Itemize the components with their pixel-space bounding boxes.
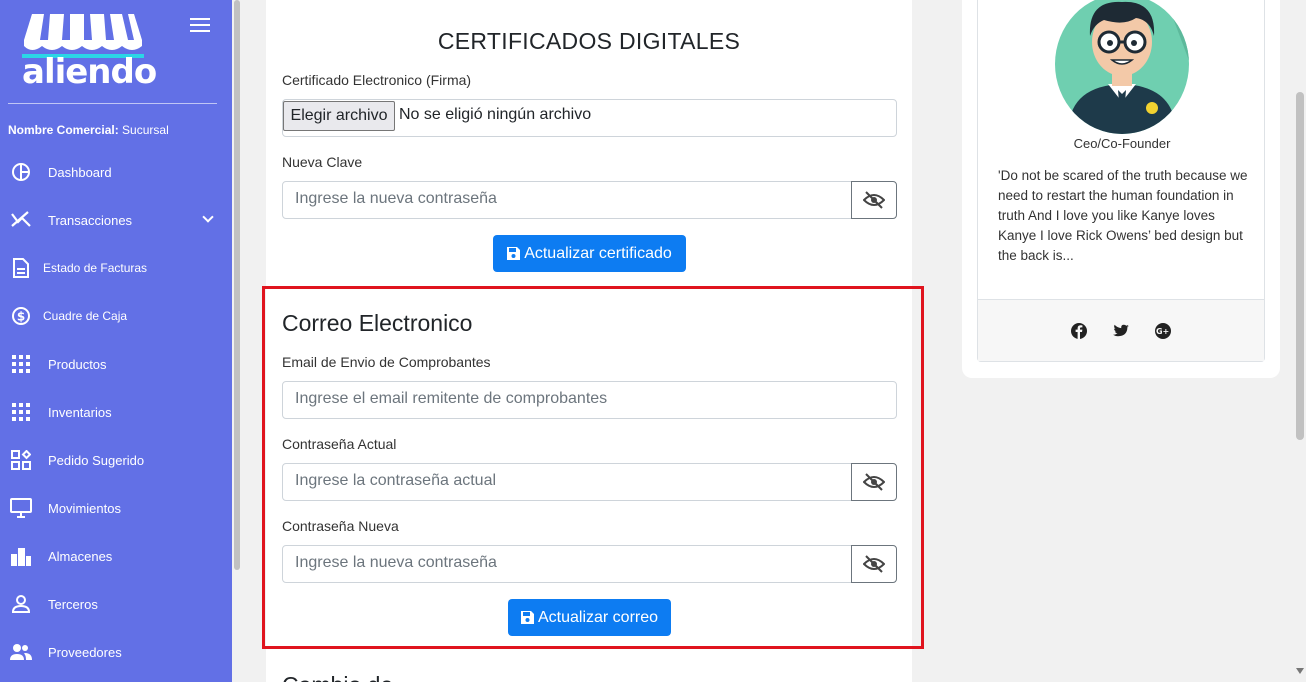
file-status-text: No se eligió ningún archivo	[399, 106, 592, 123]
sidebar: aliendo Nombre Comercial: Sucursal Dashb…	[0, 0, 242, 682]
certificate-file-input[interactable]: Elegir archivo No se eligió ningún archi…	[282, 99, 897, 137]
sidebar-item-label: Estado de Facturas	[43, 261, 148, 275]
monitor-icon	[10, 497, 32, 519]
sidebar-item-movimientos[interactable]: Movimientos	[0, 484, 232, 532]
sidebar-item-dashboard[interactable]: Dashboard	[0, 148, 232, 196]
profile-card: Ceo/Co-Founder 'Do not be scared of the …	[962, 0, 1280, 378]
sidebar-scrollbar-thumb[interactable]	[234, 0, 240, 570]
sidebar-item-label: Cuadre de Caja	[43, 309, 128, 323]
commercial-name-value: Sucursal	[122, 123, 169, 137]
new-key-input[interactable]: Ingrese la nueva contraseña	[282, 181, 852, 219]
sidebar-item-cuadre-caja[interactable]: $ Cuadre de Caja	[0, 292, 232, 340]
update-certificate-label: Actualizar certificado	[524, 244, 672, 262]
commercial-name: Nombre Comercial: Sucursal	[8, 123, 169, 137]
widgets-icon	[10, 449, 32, 471]
sidebar-item-label: Productos	[48, 356, 107, 372]
profile-card-footer: G+	[978, 299, 1264, 361]
update-certificate-button[interactable]: Actualizar certificado	[493, 235, 686, 272]
sidebar-item-label: Pedido Sugerido	[48, 452, 145, 468]
invoice-icon	[10, 257, 32, 279]
sidebar-item-inventarios[interactable]: Inventarios	[0, 388, 232, 436]
sidebar-item-label: Terceros	[48, 596, 98, 612]
avatar	[1055, 0, 1189, 134]
hamburger-menu-icon[interactable]	[190, 18, 210, 34]
sidebar-item-proveedores[interactable]: Proveedores	[0, 628, 232, 676]
sidebar-item-almacenes[interactable]: Almacenes	[0, 532, 232, 580]
transactions-icon	[10, 209, 32, 231]
sidebar-divider	[8, 103, 217, 104]
sidebar-item-label: Inventarios	[48, 404, 112, 420]
page-title: CERTIFICADOS DIGITALES	[437, 28, 741, 54]
profile-quote: 'Do not be scared of the truth because w…	[998, 168, 1248, 263]
sidebar-scrollbar[interactable]	[232, 0, 242, 682]
svg-text:G+: G+	[1156, 327, 1169, 336]
page-scrollbar[interactable]	[1293, 0, 1306, 682]
person-icon	[10, 593, 32, 615]
dollar-icon: $	[10, 305, 32, 327]
eye-slash-icon	[863, 191, 885, 209]
sidebar-item-label: Proveedores	[48, 644, 122, 660]
pie-chart-icon	[10, 161, 32, 183]
sidebar-item-label: Movimientos	[48, 500, 121, 516]
toggle-visibility-button[interactable]	[851, 181, 897, 219]
sidebar-item-terceros[interactable]: Terceros	[0, 580, 232, 628]
commercial-name-label: Nombre Comercial:	[8, 123, 119, 137]
brand-name: aliendo	[22, 52, 157, 92]
sidebar-item-label: Dashboard	[48, 164, 112, 180]
floppy-disk-icon	[507, 247, 521, 260]
choose-file-button[interactable]: Elegir archivo	[283, 101, 395, 131]
google-plus-icon[interactable]: G+	[1154, 322, 1172, 340]
people-icon	[10, 641, 32, 663]
grid-icon	[10, 353, 32, 375]
chevron-down-icon[interactable]	[202, 211, 214, 223]
profile-role: Ceo/Co-Founder	[1073, 136, 1171, 151]
sidebar-item-estado-facturas[interactable]: Estado de Facturas	[0, 244, 232, 292]
building-icon	[10, 545, 32, 567]
sidebar-item-productos[interactable]: Productos	[0, 340, 232, 388]
profile-card-inner: Ceo/Co-Founder 'Do not be scared of the …	[977, 0, 1265, 362]
page-scrollbar-thumb[interactable]	[1296, 92, 1304, 440]
twitter-icon[interactable]	[1112, 322, 1130, 340]
facebook-icon[interactable]	[1070, 322, 1088, 340]
sidebar-item-label: Almacenes	[48, 548, 113, 564]
svg-text:$: $	[17, 310, 25, 324]
sidebar-item-label: Transacciones	[48, 212, 133, 228]
sidebar-menu: Dashboard Transacciones Estado de Factur…	[0, 148, 232, 676]
sidebar-item-transacciones[interactable]: Transacciones	[0, 196, 232, 244]
grid-icon	[10, 401, 32, 423]
next-section-title: Cambio de ...	[282, 672, 419, 682]
new-key-label: Nueva Clave	[282, 154, 363, 170]
certificate-file-label: Certificado Electronico (Firma)	[282, 72, 472, 88]
scroll-down-arrow-icon[interactable]	[1296, 668, 1304, 674]
highlight-box	[262, 286, 924, 649]
sidebar-item-pedido-sugerido[interactable]: Pedido Sugerido	[0, 436, 232, 484]
